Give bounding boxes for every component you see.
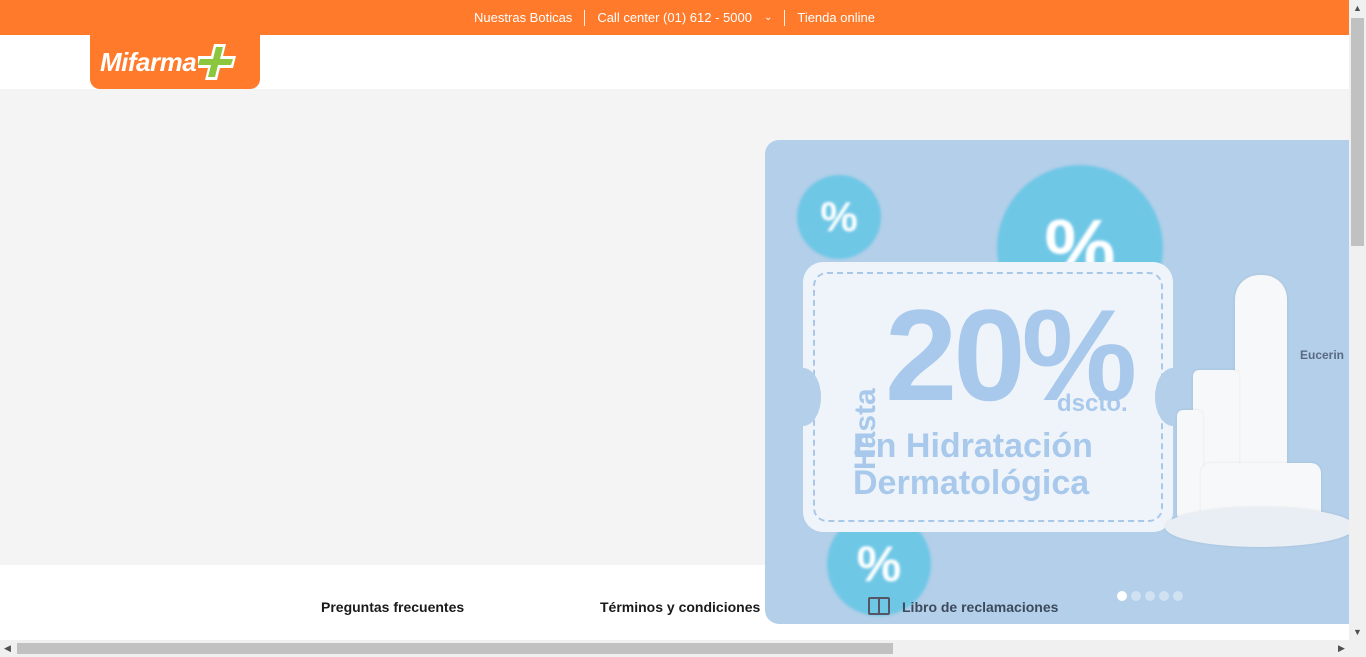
carousel-dot[interactable] — [1117, 591, 1127, 601]
tienda-online-link[interactable]: Tienda online — [785, 10, 887, 25]
logo-text: Mifarma — [100, 46, 197, 77]
call-center-label: Call center (01) 612 - 5000 — [597, 10, 752, 25]
nuestras-boticas-link[interactable]: Nuestras Boticas — [462, 10, 584, 25]
divider — [784, 9, 786, 26]
vertical-scroll-thumb[interactable] — [1351, 18, 1364, 246]
coupon-notch — [785, 368, 821, 426]
book-icon — [868, 597, 890, 615]
carousel-dot[interactable] — [1173, 591, 1183, 601]
banner-line-1: En Hidratación — [853, 427, 1093, 465]
dscto-text: dscto. — [1057, 390, 1128, 417]
percent-bubble: % — [797, 175, 881, 259]
nuestras-boticas-label: Nuestras Boticas — [474, 10, 573, 25]
promo-banner[interactable]: % % % Hasta 20% dscto. En Hidratación De… — [765, 140, 1349, 624]
carousel-dots — [1117, 591, 1183, 601]
scroll-down-icon[interactable]: ▼ — [1353, 627, 1362, 637]
top-bar: Nuestras Boticas Call center (01) 612 - … — [0, 0, 1349, 35]
tienda-online-label: Tienda online — [797, 10, 875, 25]
brand-label: Eucerin — [1300, 348, 1345, 362]
terms-link[interactable]: Términos y condiciones — [600, 599, 760, 615]
scroll-right-icon[interactable]: ▶ — [1338, 643, 1345, 654]
carousel-dot[interactable] — [1159, 591, 1169, 601]
complaints-link[interactable]: Libro de reclamaciones — [902, 599, 1058, 615]
product-pedestal — [1165, 507, 1349, 547]
spray-bottle — [1235, 275, 1287, 470]
carousel-dot[interactable] — [1131, 591, 1141, 601]
mifarma-logo[interactable]: Mifarma — [90, 35, 260, 89]
product-group — [1165, 275, 1349, 575]
discount-coupon: Hasta 20% dscto. En Hidratación Dermatol… — [785, 262, 1191, 532]
faq-link[interactable]: Preguntas frecuentes — [321, 599, 464, 615]
horizontal-scroll-thumb[interactable] — [17, 643, 893, 654]
scroll-left-icon[interactable]: ◀ — [4, 643, 11, 654]
divider — [584, 9, 586, 26]
call-center-dropdown[interactable]: Call center (01) 612 - 5000 ⌄ — [585, 10, 784, 25]
carousel-dot[interactable] — [1145, 591, 1155, 601]
banner-line-2: Dermatológica — [853, 464, 1090, 502]
scroll-up-icon[interactable]: ▲ — [1353, 3, 1362, 13]
chevron-down-icon: ⌄ — [763, 12, 773, 23]
small-tube — [1177, 410, 1203, 520]
green-cross-icon — [198, 44, 237, 80]
